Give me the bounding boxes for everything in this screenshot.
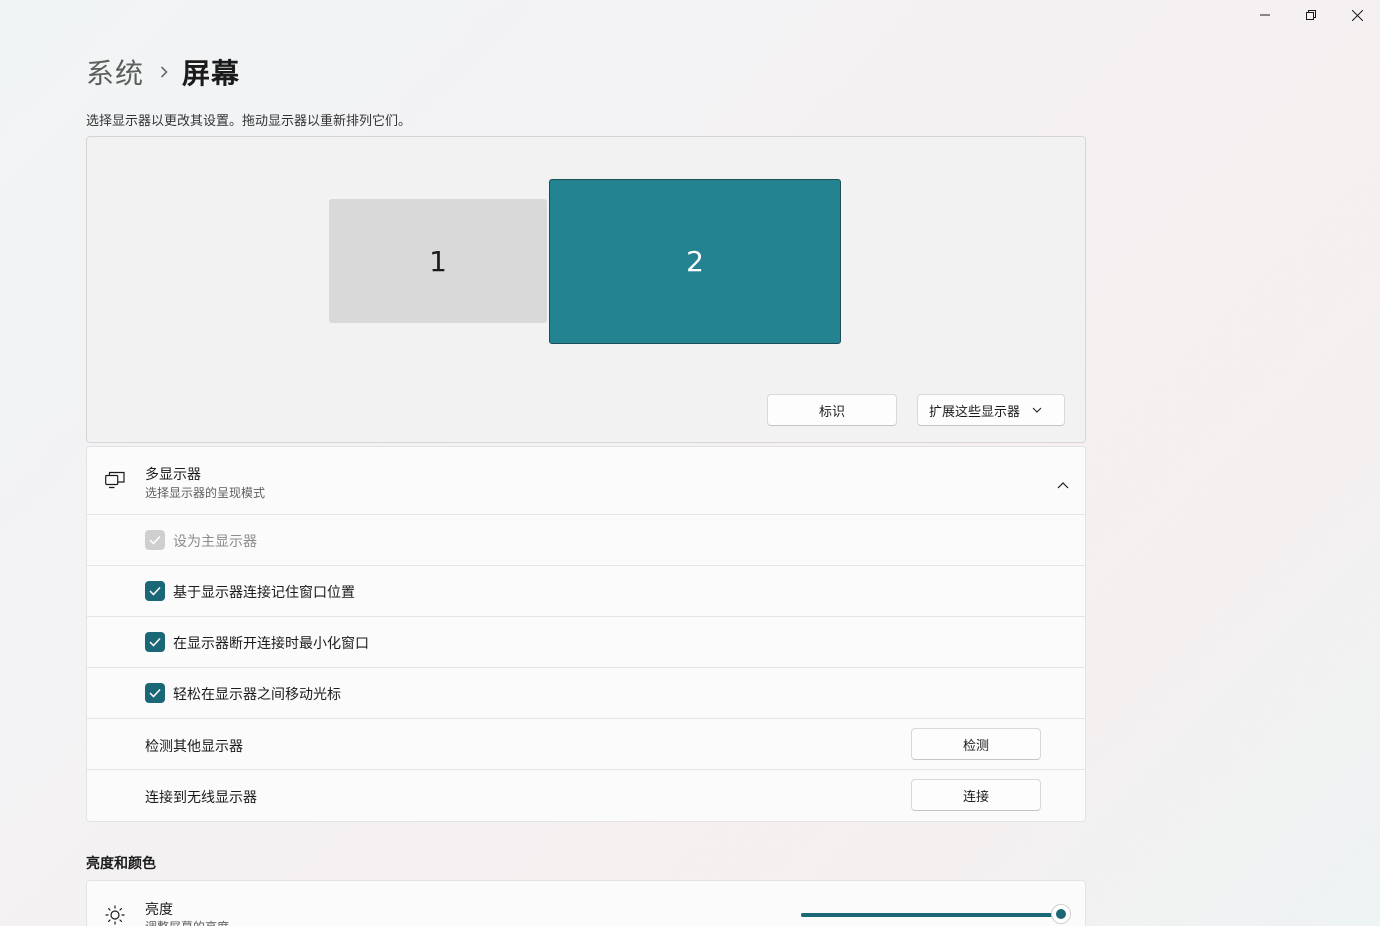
brightness-subtitle: 调整屏幕的亮度 bbox=[145, 918, 229, 926]
detect-button[interactable]: 检测 bbox=[911, 728, 1041, 760]
brightness-color-section-title: 亮度和颜色 bbox=[86, 856, 156, 872]
detect-displays-label: 检测其他显示器 bbox=[145, 739, 243, 755]
setting-row-move-cursor: 轻松在显示器之间移动光标 bbox=[87, 668, 1085, 719]
remember-window-positions-checkbox[interactable] bbox=[145, 581, 165, 601]
wireless-display-label: 连接到无线显示器 bbox=[145, 790, 257, 806]
chevron-right-icon bbox=[160, 66, 168, 78]
brightness-title: 亮度 bbox=[145, 902, 173, 918]
close-icon bbox=[1351, 9, 1363, 21]
breadcrumb: 系统 屏幕 bbox=[86, 52, 240, 92]
brightness-slider[interactable] bbox=[801, 904, 1071, 924]
ease-cursor-movement-label: 轻松在显示器之间移动光标 bbox=[173, 687, 341, 703]
checkmark-icon bbox=[149, 586, 161, 596]
multiple-displays-card: 多显示器 选择显示器的呈现模式 设为主显示器 基于显示器连接记住窗口位置 在显示… bbox=[86, 446, 1086, 822]
restore-button[interactable] bbox=[1288, 0, 1334, 30]
connect-button[interactable]: 连接 bbox=[911, 779, 1041, 811]
minimize-icon bbox=[1260, 14, 1270, 16]
checkmark-icon bbox=[149, 535, 161, 545]
chevron-down-icon bbox=[1032, 407, 1042, 413]
setting-row-remember-windows: 基于显示器连接记住窗口位置 bbox=[87, 566, 1085, 617]
restore-icon bbox=[1306, 10, 1316, 20]
multiple-displays-header[interactable]: 多显示器 选择显示器的呈现模式 bbox=[87, 447, 1085, 515]
brightness-slider-thumb[interactable] bbox=[1051, 904, 1071, 924]
brightness-card: 亮度 调整屏幕的亮度 bbox=[86, 880, 1086, 926]
display-arrangement-panel: 1 2 标识 扩展这些显示器 bbox=[86, 136, 1086, 443]
close-button[interactable] bbox=[1334, 0, 1380, 30]
display-mode-value: 扩展这些显示器 bbox=[929, 404, 1021, 420]
brightness-slider-fill bbox=[801, 913, 1061, 917]
minimize-windows-checkbox[interactable] bbox=[145, 632, 165, 652]
setting-row-wireless: 连接到无线显示器 连接 bbox=[87, 770, 1085, 820]
monitor-1-label: 1 bbox=[429, 244, 447, 278]
remember-window-positions-label: 基于显示器连接记住窗口位置 bbox=[173, 585, 355, 601]
window-controls bbox=[1242, 0, 1380, 30]
sun-icon bbox=[105, 905, 125, 926]
minimize-windows-label: 在显示器断开连接时最小化窗口 bbox=[173, 636, 369, 652]
monitor-2[interactable]: 2 bbox=[549, 179, 841, 344]
page-title: 屏幕 bbox=[182, 57, 241, 90]
monitor-1[interactable]: 1 bbox=[329, 199, 547, 323]
multiple-displays-icon bbox=[105, 471, 125, 493]
display-mode-dropdown[interactable]: 扩展这些显示器 bbox=[917, 394, 1065, 426]
setting-row-detect: 检测其他显示器 检测 bbox=[87, 719, 1085, 770]
checkmark-icon bbox=[149, 637, 161, 647]
setting-row-primary: 设为主显示器 bbox=[87, 515, 1085, 566]
primary-display-checkbox[interactable] bbox=[145, 530, 165, 550]
minimize-button[interactable] bbox=[1242, 0, 1288, 30]
multiple-displays-title: 多显示器 bbox=[145, 467, 201, 483]
chevron-up-icon[interactable] bbox=[1057, 474, 1069, 493]
identify-button[interactable]: 标识 bbox=[767, 394, 897, 426]
primary-display-label: 设为主显示器 bbox=[173, 534, 257, 550]
breadcrumb-parent[interactable]: 系统 bbox=[86, 52, 144, 92]
monitor-2-label: 2 bbox=[686, 245, 704, 278]
ease-cursor-movement-checkbox[interactable] bbox=[145, 683, 165, 703]
checkmark-icon bbox=[149, 688, 161, 698]
setting-row-minimize-windows: 在显示器断开连接时最小化窗口 bbox=[87, 617, 1085, 668]
multiple-displays-subtitle: 选择显示器的呈现模式 bbox=[145, 486, 266, 500]
arrangement-hint: 选择显示器以更改其设置。拖动显示器以重新排列它们。 bbox=[86, 114, 412, 129]
